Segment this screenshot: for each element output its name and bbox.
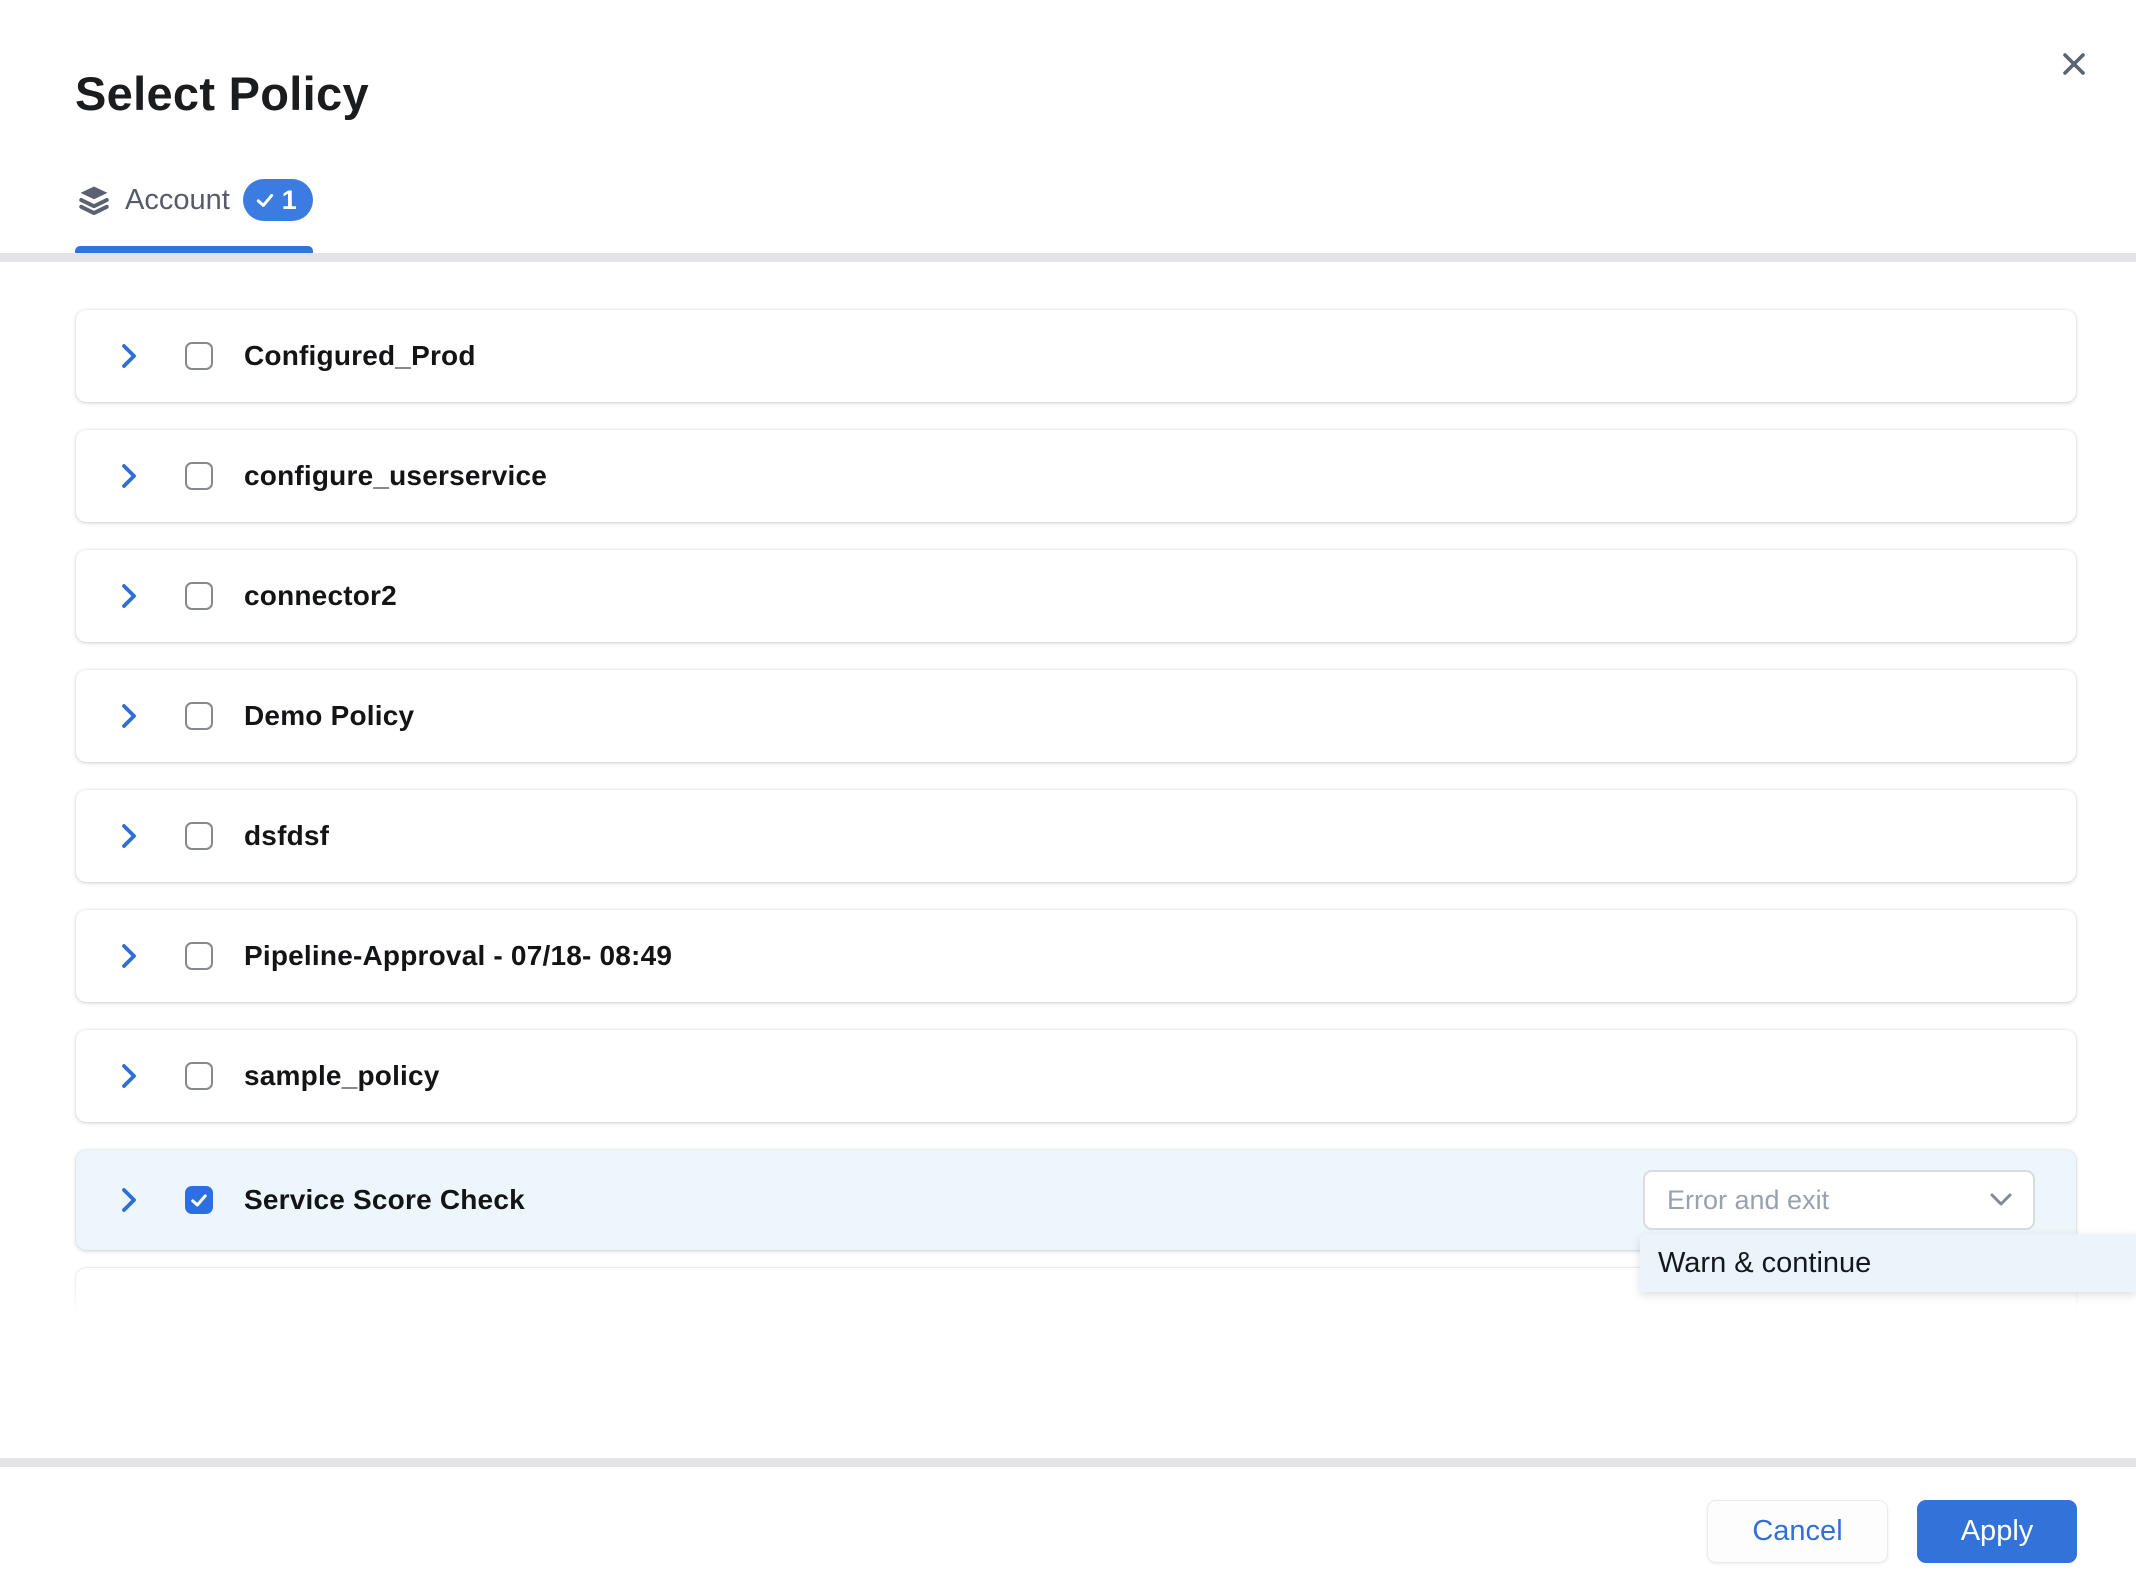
policy-checkbox[interactable] [185, 822, 213, 850]
policy-name: connector2 [244, 580, 397, 612]
policy-name: Demo Policy [244, 700, 414, 732]
policy-row-sample-policy[interactable]: sample_policy [76, 1030, 2076, 1122]
chevron-right-icon[interactable] [120, 942, 138, 970]
close-icon[interactable] [2048, 38, 2100, 90]
selected-count-badge: 1 [243, 179, 313, 221]
dialog-title: Select Policy [75, 66, 369, 121]
failure-action-dropdown-menu: Warn & continue [1640, 1234, 2136, 1292]
chevron-right-icon[interactable] [120, 1062, 138, 1090]
tab-account[interactable]: Account 1 [76, 176, 313, 224]
policy-name: Pipeline-Approval - 07/18- 08:49 [244, 940, 672, 972]
policy-row-pipeline-approval[interactable]: Pipeline-Approval - 07/18- 08:49 [76, 910, 2076, 1002]
policy-checkbox[interactable] [185, 1062, 213, 1090]
policy-name: configure_userservice [244, 460, 547, 492]
footer-divider [0, 1458, 2136, 1467]
policy-name: Configured_Prod [244, 340, 476, 372]
policy-checkbox-checked[interactable] [185, 1186, 213, 1214]
chevron-right-icon[interactable] [120, 1186, 138, 1214]
chevron-right-icon[interactable] [120, 582, 138, 610]
chevron-right-icon[interactable] [120, 702, 138, 730]
policy-checkbox[interactable] [185, 342, 213, 370]
layers-icon [76, 183, 112, 217]
failure-action-value: Error and exit [1667, 1185, 1829, 1216]
policy-row-dsfdsf[interactable]: dsfdsf [76, 790, 2076, 882]
policy-checkbox[interactable] [185, 702, 213, 730]
policy-name: dsfdsf [244, 820, 329, 852]
chevron-right-icon[interactable] [120, 462, 138, 490]
tab-account-label: Account [125, 184, 230, 217]
policy-checkbox[interactable] [185, 582, 213, 610]
policy-name: Service Score Check [244, 1184, 525, 1216]
chevron-down-icon [1989, 1192, 2013, 1208]
apply-button[interactable]: Apply [1917, 1500, 2077, 1563]
policy-row-configure-userservice[interactable]: configure_userservice [76, 430, 2076, 522]
check-icon [255, 190, 275, 210]
select-policy-dialog: Select Policy Account 1 Configured_Prod [0, 0, 2136, 1580]
chevron-right-icon[interactable] [120, 822, 138, 850]
policy-name: sample_policy [244, 1060, 440, 1092]
policy-row-connector2[interactable]: connector2 [76, 550, 2076, 642]
failure-action-select[interactable]: Error and exit [1643, 1170, 2035, 1230]
policy-row-configured-prod[interactable]: Configured_Prod [76, 310, 2076, 402]
selected-count: 1 [282, 185, 297, 216]
cancel-button[interactable]: Cancel [1707, 1500, 1888, 1563]
dropdown-option-warn-continue[interactable]: Warn & continue [1640, 1234, 2136, 1292]
chevron-right-icon[interactable] [120, 342, 138, 370]
policy-row-demo-policy[interactable]: Demo Policy [76, 670, 2076, 762]
header-divider [0, 253, 2136, 262]
policy-checkbox[interactable] [185, 462, 213, 490]
policy-checkbox[interactable] [185, 942, 213, 970]
